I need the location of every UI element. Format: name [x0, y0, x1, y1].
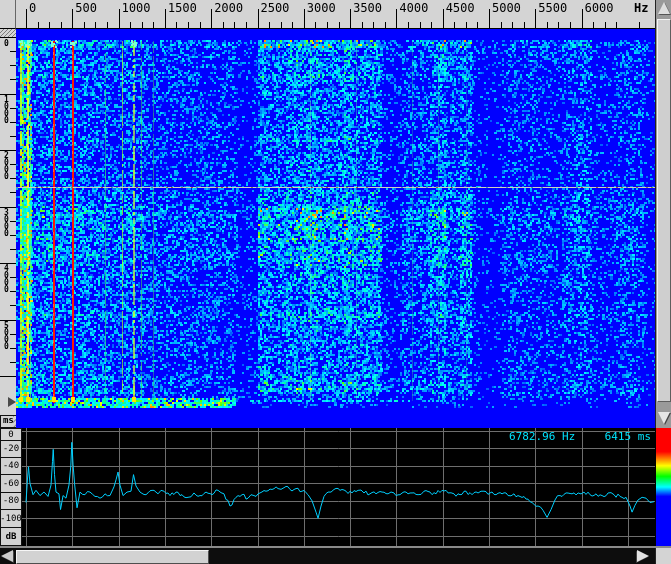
- freq-tick-label: 4500: [446, 1, 475, 15]
- freq-tick-label: 1000: [122, 1, 151, 15]
- db-tick-label: -100: [0, 510, 22, 528]
- db-tick-label: -80: [0, 493, 22, 510]
- db-tick-label: 0: [0, 428, 22, 441]
- freq-tick-label: 5500: [538, 1, 567, 15]
- vertical-scrollbar-thumb[interactable]: [657, 19, 671, 402]
- freq-tick-label: 6000: [585, 1, 614, 15]
- horizontal-scrollbar[interactable]: [0, 546, 671, 564]
- freq-tick-label: 3000: [307, 1, 336, 15]
- db-axis-labels: 0-20-40-60-80-100dB: [0, 428, 22, 546]
- frequency-readout: 6782.96 Hz: [509, 430, 575, 443]
- time-position-marker-icon: [8, 397, 16, 407]
- time-ruler: [0, 29, 16, 415]
- top-left-corner-box: [0, 0, 16, 29]
- time-readout: 6415 ms: [605, 430, 651, 443]
- freq-tick-label: 500: [75, 1, 97, 15]
- spectrogram-viewer-window: Hz 0 500 1000 1500 2000 2500 3000 3500 4000 4500 5…: [0, 0, 671, 564]
- scroll-down-arrow-icon[interactable]: [658, 412, 670, 424]
- scroll-up-arrow-icon[interactable]: [658, 2, 670, 14]
- freq-tick-label: 3500: [353, 1, 382, 15]
- frequency-unit-label: Hz: [634, 1, 648, 15]
- scroll-left-arrow-icon[interactable]: [1, 550, 13, 562]
- db-tick-label: -40: [0, 458, 22, 475]
- freq-tick-label: 5000: [492, 1, 521, 15]
- vertical-scrollbar[interactable]: [655, 0, 671, 430]
- spectrum-plot[interactable]: [22, 428, 655, 546]
- horizontal-scrollbar-thumb[interactable]: [16, 550, 209, 564]
- scroll-right-arrow-icon[interactable]: [637, 550, 649, 562]
- time-ruler-ticks: [0, 29, 16, 415]
- freq-tick-label: 2500: [261, 1, 290, 15]
- db-tick-label: -60: [0, 475, 22, 493]
- db-tick-label: -20: [0, 441, 22, 458]
- bottom-right-corner-box: [655, 548, 671, 564]
- freq-tick-label: 1500: [168, 1, 197, 15]
- frequency-ruler: Hz 0 500 1000 1500 2000 2500 3000 3500 4000 4500 5…: [16, 0, 655, 29]
- db-unit-label: dB: [0, 528, 22, 546]
- freq-tick-label: 4000: [399, 1, 428, 15]
- spectrogram-display[interactable]: [16, 29, 655, 428]
- colormap-scale: [655, 428, 671, 546]
- freq-tick-label: 2000: [214, 1, 243, 15]
- freq-tick-label: 0: [29, 1, 36, 15]
- spectrum-panel[interactable]: 6782.96 Hz 6415 ms: [22, 428, 655, 546]
